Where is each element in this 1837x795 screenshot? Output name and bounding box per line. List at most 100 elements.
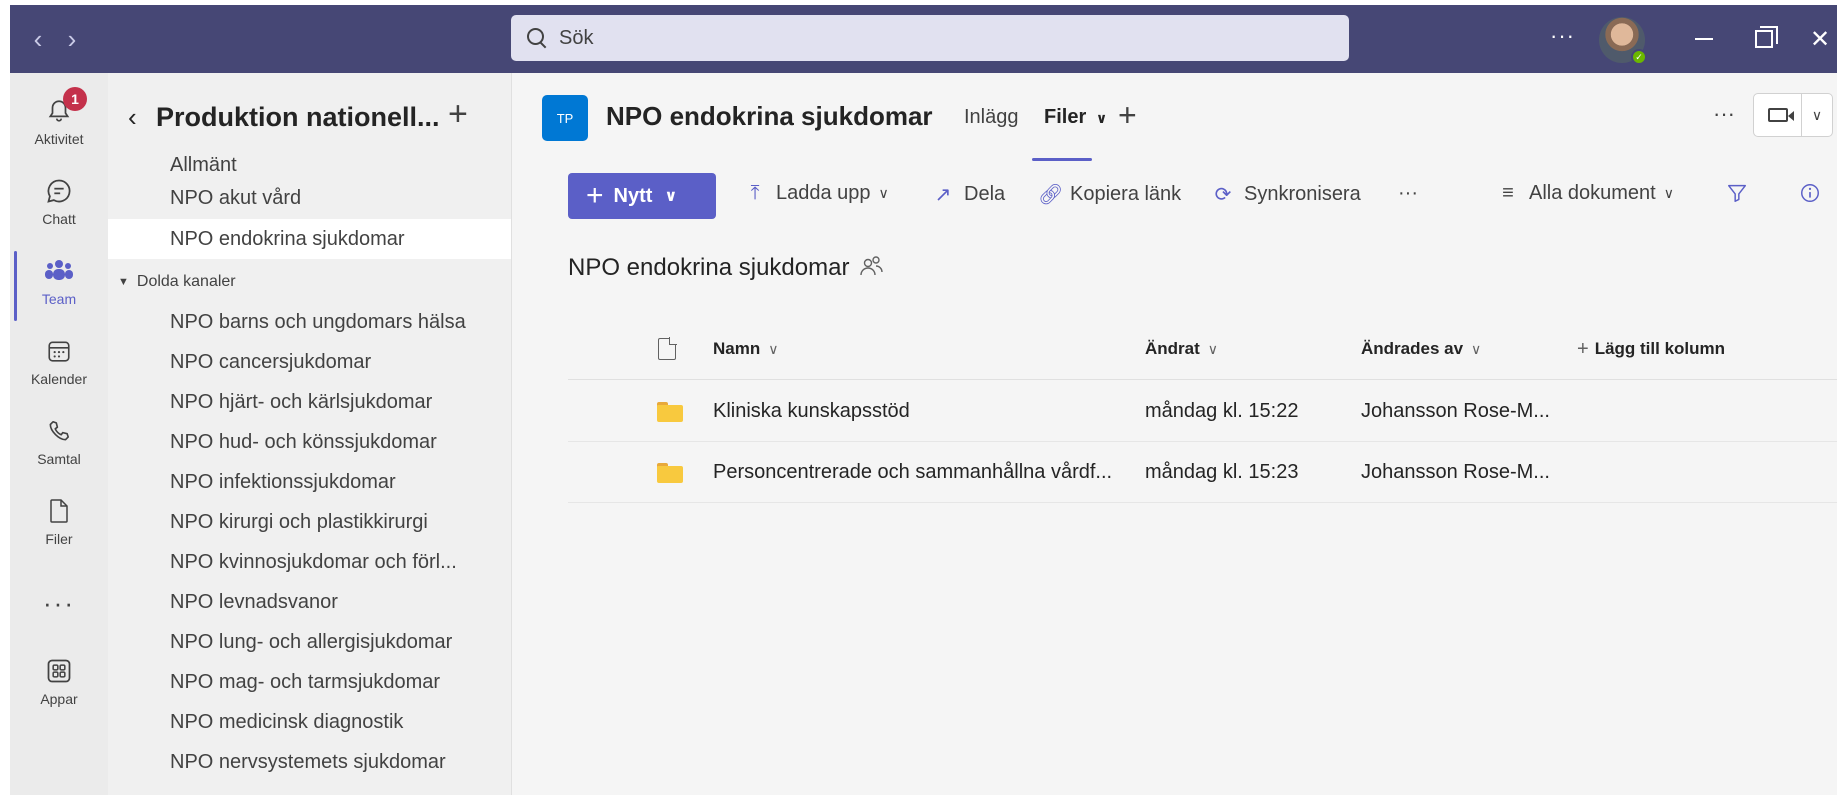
rail-item-teams[interactable]: Team [10, 241, 108, 321]
rail-label: Appar [40, 691, 78, 707]
main-content: TP NPO endokrina sjukdomar Inlägg Filer … [511, 73, 1837, 795]
rail-item-calendar[interactable]: Kalender [10, 321, 108, 401]
channel-item[interactable]: NPO medicinsk diagnostik [108, 702, 511, 742]
channel-item[interactable]: NPO cancersjukdomar [108, 342, 511, 382]
app-rail: 1 Aktivitet Chatt Team Kalender Samtal F… [10, 73, 108, 795]
channel-item-endokrina[interactable]: NPO endokrina sjukdomar [108, 219, 511, 259]
upload-button[interactable]: ⤒ Ladda upp ∨ [744, 182, 889, 205]
file-name[interactable]: Personcentrerade och sammanhållna vårdf.… [713, 442, 1112, 503]
view-label: Alla dokument [1529, 182, 1656, 204]
file-icon [43, 495, 75, 527]
table-row[interactable]: Kliniska kunskapsstöd måndag kl. 15:22 J… [568, 381, 1837, 442]
upload-icon: ⤒ [750, 182, 760, 204]
modified-date: måndag kl. 15:22 [1145, 400, 1299, 422]
channel-item-general[interactable]: Allmänt [108, 153, 511, 177]
bell-icon: 1 [43, 87, 87, 127]
file-type-icon [658, 318, 677, 380]
tab-posts[interactable]: Inlägg [964, 106, 1019, 129]
channel-item[interactable]: NPO barns och ungdomars hälsa [108, 302, 511, 342]
back-chevron-icon[interactable]: ‹ [128, 102, 148, 133]
more-apps-icon[interactable]: ··· [10, 588, 108, 619]
sync-icon: ⟳ [1214, 184, 1232, 206]
apps-grid-icon [43, 655, 75, 687]
hidden-channels-toggle[interactable]: ▼ Dolda kanaler [108, 264, 511, 300]
channel-item[interactable]: NPO kvinnosjukdomar och förl... [108, 542, 511, 582]
add-column-label: Lägg till kolumn [1594, 339, 1726, 358]
channel-more-icon[interactable]: ··· [1713, 101, 1735, 127]
phone-icon [43, 415, 75, 447]
title-bar: ‹ › Sök ··· ✓ ✕ [10, 5, 1837, 73]
share-icon: ↗ [934, 184, 952, 206]
more-options-icon[interactable]: ··· [1550, 23, 1575, 49]
channel-sidebar: ‹ Produktion nationell... + Allmänt NPO … [108, 73, 511, 795]
chevron-down-icon[interactable]: ∨ [1802, 107, 1832, 124]
plus-icon: + [586, 179, 604, 212]
sync-button[interactable]: ⟳ Synkronisera [1212, 182, 1361, 207]
column-modified-by-label: Ändrades av [1361, 339, 1464, 358]
add-column-button[interactable]: + Lägg till kolumn [1577, 318, 1725, 380]
rail-item-activity[interactable]: 1 Aktivitet [10, 81, 108, 161]
copy-link-button[interactable]: 🔗︎ Kopiera länk [1038, 182, 1181, 207]
info-icon[interactable] [1799, 182, 1821, 204]
back-arrow-icon[interactable]: ‹ [20, 5, 56, 73]
close-icon[interactable]: ✕ [1790, 5, 1837, 73]
activity-badge: 1 [63, 87, 87, 111]
channel-item[interactable]: NPO nervsystemets sjukdomar [108, 742, 511, 782]
share-button[interactable]: ↗ Dela [932, 182, 1006, 207]
channel-item[interactable]: NPO levnadsvanor [108, 582, 511, 622]
file-name[interactable]: Kliniska kunskapsstöd [713, 381, 910, 442]
chevron-down-icon: ∨ [1471, 340, 1482, 357]
chevron-down-icon: ∨ [768, 340, 779, 357]
filter-icon[interactable] [1726, 182, 1748, 204]
column-name[interactable]: Namn ∨ [713, 318, 778, 380]
rail-label: Team [41, 291, 77, 307]
meet-button[interactable]: ∨ [1753, 93, 1833, 137]
forward-arrow-icon[interactable]: › [54, 5, 90, 73]
channel-item[interactable]: NPO lung- och allergisjukdomar [108, 622, 511, 662]
add-tab-icon[interactable]: + [1118, 97, 1137, 134]
channel-item[interactable]: NPO kirurgi och plastikkirurgi [108, 502, 511, 542]
chevron-down-icon: ∨ [1095, 110, 1108, 126]
column-name-label: Namn [713, 339, 761, 358]
people-icon[interactable] [859, 255, 884, 282]
library-title: NPO endokrina sjukdomar [568, 254, 884, 282]
team-title[interactable]: Produktion nationell... [156, 102, 440, 133]
add-channel-icon[interactable]: + [448, 95, 468, 134]
channel-avatar: TP [542, 95, 588, 141]
presence-available-icon: ✓ [1631, 49, 1647, 65]
rail-item-files[interactable]: Filer [10, 481, 108, 561]
table-row[interactable]: Personcentrerade och sammanhållna vårdf.… [568, 442, 1837, 503]
rail-label: Filer [45, 531, 73, 547]
chat-icon [43, 175, 75, 207]
copy-link-label: Kopiera länk [1070, 183, 1182, 205]
chevron-down-icon: ∨ [878, 185, 889, 201]
channel-item[interactable]: NPO hud- och könssjukdomar [108, 422, 511, 462]
maximize-icon[interactable] [1734, 5, 1794, 73]
table-header: Namn ∨ Ändrat ∨ Ändrades av ∨ + Lägg till k… [568, 318, 1837, 380]
view-selector[interactable]: ≡ Alla dokument ∨ [1497, 182, 1674, 205]
library-title-text: NPO endokrina sjukdomar [568, 254, 850, 281]
chevron-down-icon: ∨ [664, 188, 678, 205]
folder-icon [657, 381, 683, 442]
sync-label: Synkronisera [1244, 183, 1361, 205]
rail-label: Aktivitet [34, 131, 84, 147]
more-commands-icon[interactable]: ··· [1398, 182, 1418, 205]
rail-item-calls[interactable]: Samtal [10, 401, 108, 481]
search-box[interactable]: Sök [511, 15, 1349, 61]
rail-item-apps[interactable]: Appar [10, 641, 108, 721]
channel-title: NPO endokrina sjukdomar [606, 101, 933, 131]
new-label: Nytt [613, 184, 653, 207]
channel-item-akut-vard[interactable]: NPO akut vård [108, 178, 511, 218]
tab-files[interactable]: Filer ∨ [1044, 106, 1107, 129]
minimize-icon[interactable] [1674, 5, 1734, 73]
column-modified-by[interactable]: Ändrades av ∨ [1361, 318, 1481, 380]
rail-item-chat[interactable]: Chatt [10, 161, 108, 241]
channel-item[interactable]: NPO mag- och tarmsjukdomar [108, 662, 511, 702]
column-modified[interactable]: Ändrat ∨ [1145, 318, 1218, 380]
new-button[interactable]: + Nytt ∨ [568, 173, 716, 219]
command-bar: + Nytt ∨ ⤒ Ladda upp ∨ ↗ Dela 🔗︎ Kopiera… [512, 170, 1837, 220]
channel-item[interactable]: NPO infektionssjukdomar [108, 462, 511, 502]
user-avatar[interactable]: ✓ [1599, 17, 1647, 65]
channel-item[interactable]: NPO hjärt- och kärlsjukdomar [108, 382, 511, 422]
column-modified-label: Ändrat [1145, 339, 1200, 358]
